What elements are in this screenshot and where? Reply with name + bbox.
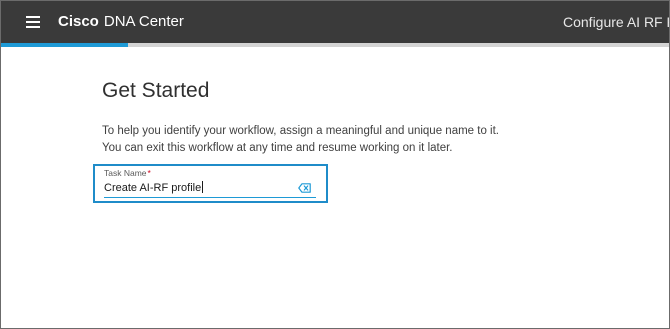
- workflow-title: Configure AI RF P: [563, 14, 670, 30]
- task-name-label-text: Task Name: [104, 168, 147, 178]
- top-navigation-bar: Cisco DNA Center Configure AI RF P: [1, 1, 669, 43]
- page-description: To help you identify your workflow, assi…: [102, 123, 499, 157]
- required-marker: *: [147, 168, 151, 178]
- text-caret: [202, 181, 204, 193]
- task-name-label: Task Name*: [104, 168, 151, 178]
- task-name-value: Create AI-RF profile: [104, 182, 202, 194]
- hamburger-menu-icon[interactable]: [26, 16, 40, 28]
- clear-backspace-icon[interactable]: [298, 183, 311, 193]
- description-line-2: You can exit this workflow at any time a…: [102, 142, 453, 154]
- task-name-field[interactable]: Task Name* Create AI-RF profile: [93, 164, 328, 203]
- task-name-input[interactable]: Create AI-RF profile: [104, 181, 204, 195]
- description-line-1: To help you identify your workflow, assi…: [102, 125, 499, 137]
- brand-title[interactable]: Cisco DNA Center: [58, 13, 184, 31]
- page-title: Get Started: [102, 79, 210, 102]
- workflow-progress-bar: [1, 43, 669, 47]
- workflow-progress-fill: [1, 43, 128, 47]
- product-name: DNA Center: [103, 13, 184, 30]
- app-window: Cisco DNA Center Configure AI RF P Get St…: [0, 0, 670, 329]
- brand-name: Cisco: [58, 13, 99, 30]
- task-name-underline: [104, 197, 316, 198]
